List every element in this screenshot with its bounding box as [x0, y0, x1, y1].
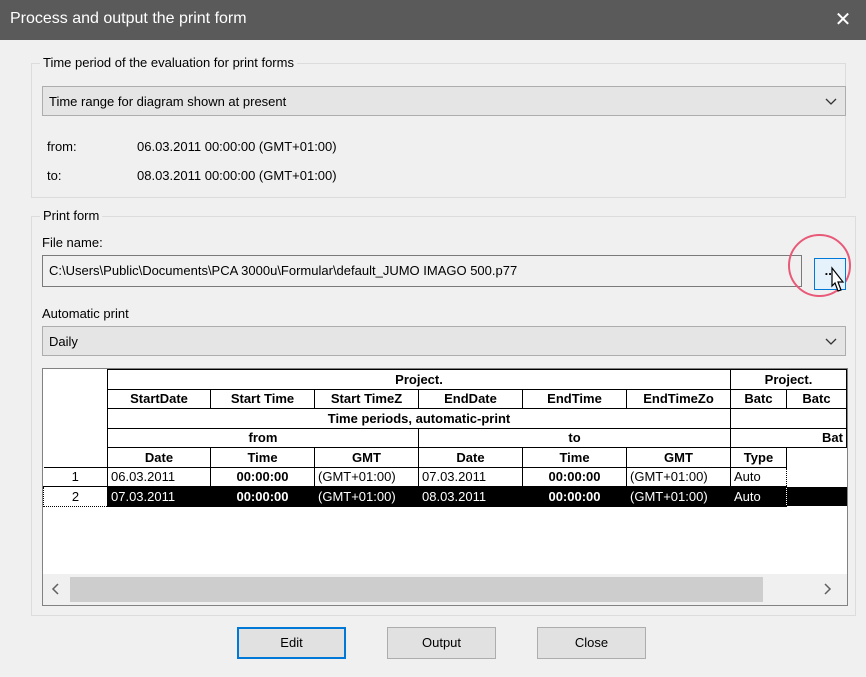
header-type: Type — [730, 447, 787, 468]
cell[interactable]: (GMT+01:00) — [626, 486, 731, 507]
chevron-down-icon — [825, 331, 837, 355]
header-row-4: from to Bat — [44, 427, 847, 448]
header-batc-1[interactable]: Batc — [730, 388, 787, 409]
scroll-left-icon[interactable] — [51, 577, 61, 604]
header-enddate[interactable]: EndDate — [418, 388, 523, 409]
window-title: Process and output the print form — [10, 10, 247, 27]
header-endtimezo[interactable]: EndTimeZo — [626, 388, 731, 409]
file-name-label: File name: — [42, 235, 103, 250]
header-row-3: Time periods, automatic-print — [44, 408, 847, 429]
header-from: from — [107, 427, 419, 448]
cell[interactable]: 00:00:00 — [522, 466, 627, 487]
header-starttime[interactable]: Start Time — [210, 388, 315, 409]
header-gmt-to: GMT — [626, 447, 731, 468]
header-row-2: StartDate Start Time Start TimeZ EndDate… — [44, 388, 847, 409]
from-label: from: — [47, 139, 77, 154]
cell[interactable]: 00:00:00 — [522, 486, 627, 507]
cell[interactable]: 07.03.2011 — [107, 486, 211, 507]
file-name-field[interactable]: C:\Users\Public\Documents\PCA 3000u\Form… — [42, 255, 802, 287]
time-period-legend: Time period of the evaluation for print … — [40, 55, 297, 70]
cell[interactable]: 08.03.2011 — [418, 486, 523, 507]
edit-button[interactable]: Edit — [237, 627, 346, 659]
cell[interactable]: 07.03.2011 — [418, 466, 523, 487]
cell[interactable]: 00:00:00 — [210, 466, 315, 487]
table-row: 1 06.03.2011 00:00:00 (GMT+01:00) 07.03.… — [43, 466, 847, 487]
header-time-periods: Time periods, automatic-print — [107, 408, 731, 429]
automatic-print-label: Automatic print — [42, 306, 129, 321]
header-time-from: Time — [210, 447, 315, 468]
cell[interactable]: Auto — [730, 486, 787, 507]
header-batc-2[interactable]: Batc — [786, 388, 847, 409]
header-project: Project. — [107, 369, 731, 390]
cell[interactable]: 00:00:00 — [210, 486, 315, 507]
header-project-2: Project. — [730, 369, 847, 390]
header-gmt-from: GMT — [314, 447, 419, 468]
file-name-value: C:\Users\Public\Documents\PCA 3000u\Form… — [49, 263, 518, 278]
header-to: to — [418, 427, 731, 448]
time-period-combo[interactable]: Time range for diagram shown at present — [42, 86, 846, 116]
cell[interactable]: 06.03.2011 — [107, 466, 211, 487]
close-icon[interactable]: ✕ — [820, 0, 866, 40]
print-form-legend: Print form — [40, 208, 103, 223]
automatic-print-value: Daily — [49, 334, 78, 349]
from-value: 06.03.2011 00:00:00 (GMT+01:00) — [137, 139, 337, 154]
cell[interactable]: (GMT+01:00) — [626, 466, 731, 487]
title-bar[interactable]: Process and output the print form ✕ — [0, 0, 866, 40]
table-row-selected: 2 07.03.2011 00:00:00 (GMT+01:00) 08.03.… — [43, 486, 847, 507]
header-row-1: Project. Project. — [44, 369, 847, 390]
close-button[interactable]: Close — [537, 627, 646, 659]
chevron-down-icon — [825, 91, 837, 115]
print-times-grid[interactable]: Project. Project. StartDate Start Time S… — [42, 368, 848, 606]
header-date-from: Date — [107, 447, 211, 468]
header-starttimez[interactable]: Start TimeZ — [314, 388, 419, 409]
output-button[interactable]: Output — [387, 627, 496, 659]
time-period-value: Time range for diagram shown at present — [49, 94, 287, 109]
header-endtime[interactable]: EndTime — [522, 388, 627, 409]
to-label: to: — [47, 168, 62, 183]
header-startdate[interactable]: StartDate — [107, 388, 211, 409]
row-number[interactable]: 2 — [43, 486, 108, 507]
scroll-right-icon[interactable] — [822, 577, 832, 604]
dialog-window: Process and output the print form ✕ Time… — [0, 0, 866, 677]
header-bat: Bat — [730, 427, 847, 448]
to-value: 08.03.2011 00:00:00 (GMT+01:00) — [137, 168, 337, 183]
grid-table: Project. Project. StartDate Start Time S… — [43, 369, 847, 507]
scrollbar-thumb[interactable] — [70, 577, 763, 602]
cell[interactable]: Auto — [730, 466, 787, 487]
header-date-to: Date — [418, 447, 523, 468]
automatic-print-combo[interactable]: Daily — [42, 326, 846, 356]
header-time-to: Time — [522, 447, 627, 468]
header-row-5: Date Time GMT Date Time GMT Type — [44, 447, 847, 468]
mouse-cursor-icon — [826, 266, 848, 299]
cell[interactable]: (GMT+01:00) — [314, 466, 419, 487]
row-number[interactable]: 1 — [43, 466, 108, 487]
cell[interactable]: (GMT+01:00) — [314, 486, 419, 507]
